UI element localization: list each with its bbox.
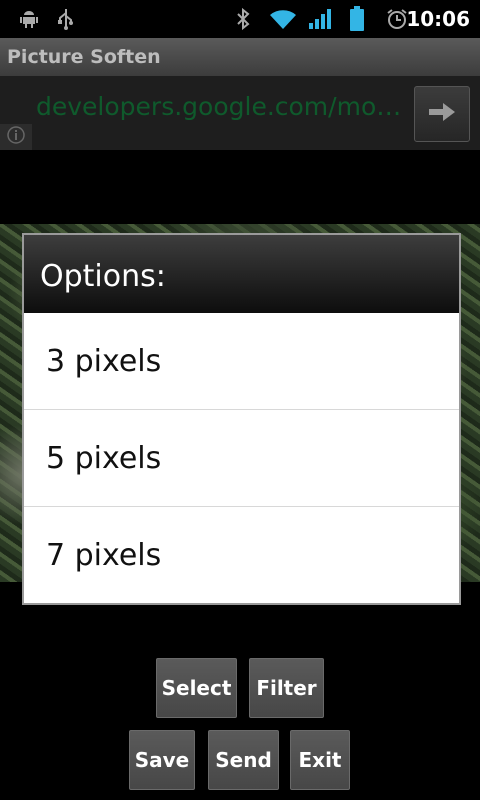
exit-button[interactable]: Exit — [290, 730, 350, 790]
status-bar: 10:06 — [0, 0, 480, 38]
save-button[interactable]: Save — [129, 730, 195, 790]
dialog-title: Options: — [40, 259, 166, 294]
bluetooth-icon — [232, 0, 254, 38]
status-time: 10:06 — [406, 7, 470, 31]
filter-button[interactable]: Filter — [249, 658, 324, 718]
option-label: 3 pixels — [46, 344, 162, 379]
app-title-bar: Picture Soften — [0, 38, 480, 76]
wifi-icon — [266, 0, 300, 38]
signal-icon — [306, 0, 336, 38]
option-7-pixels[interactable]: 7 pixels — [24, 507, 459, 603]
info-button[interactable] — [0, 124, 32, 150]
android-debug-icon — [16, 0, 42, 38]
option-label: 7 pixels — [46, 538, 162, 573]
arrow-right-icon — [427, 100, 457, 128]
select-button[interactable]: Select — [156, 658, 237, 718]
dialog-header: Options: — [24, 235, 459, 313]
battery-icon — [346, 0, 368, 38]
send-button[interactable]: Send — [208, 730, 279, 790]
option-5-pixels[interactable]: 5 pixels — [24, 410, 459, 507]
go-button[interactable] — [414, 86, 470, 142]
url-field[interactable]: developers.google.com/mob... — [36, 92, 406, 121]
usb-icon — [54, 0, 78, 38]
option-3-pixels[interactable]: 3 pixels — [24, 313, 459, 410]
options-dialog: Options: 3 pixels 5 pixels 7 pixels — [22, 233, 461, 605]
info-icon — [7, 126, 25, 148]
option-label: 5 pixels — [46, 441, 162, 476]
url-bar: developers.google.com/mob... — [0, 76, 480, 150]
app-title: Picture Soften — [7, 46, 161, 68]
